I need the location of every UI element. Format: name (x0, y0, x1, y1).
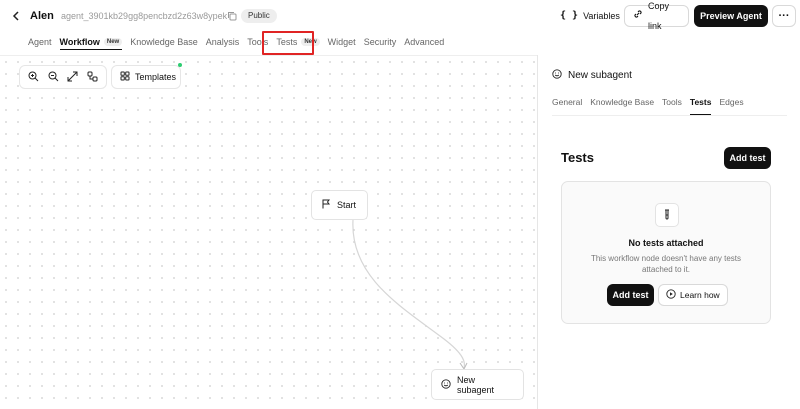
panel-tab-tests[interactable]: Tests (689, 97, 712, 115)
tests-tab-highlight (262, 31, 314, 55)
more-button[interactable]: ··· (772, 5, 796, 27)
empty-state-description: This workflow node doesn't have any test… (590, 254, 742, 274)
copy-link-label: Copy link (648, 1, 670, 31)
flag-icon (321, 199, 331, 211)
preview-agent-button[interactable]: Preview Agent (694, 5, 768, 27)
test-tube-icon (655, 203, 679, 227)
more-horizontal-icon: ··· (778, 10, 790, 22)
add-test-button[interactable]: Add test (724, 147, 771, 169)
edge-start-to-subagent (352, 219, 468, 370)
tab-agent[interactable]: Agent (28, 34, 52, 50)
main-tabs: Agent Workflow New Knowledge Base Analysi… (28, 34, 452, 52)
workflow-canvas[interactable]: Templates Start New subagent (0, 55, 537, 409)
tab-security[interactable]: Security (364, 34, 397, 50)
tab-workflow[interactable]: Workflow New (59, 34, 123, 50)
panel-title-text: New subagent (568, 70, 632, 81)
panel-divider (552, 115, 787, 116)
node-inspector-panel: New subagent General Knowledge Base Tool… (537, 55, 800, 409)
new-badge: New (103, 37, 123, 46)
agent-name: Alen (30, 10, 54, 22)
panel-tabs: General Knowledge Base Tools Tests Edges (552, 97, 752, 115)
tests-heading: Tests (561, 150, 594, 165)
empty-state-title: No tests attached (628, 238, 704, 248)
play-circle-icon (666, 289, 676, 301)
tab-analysis[interactable]: Analysis (206, 34, 240, 50)
panel-tab-knowledge-base[interactable]: Knowledge Base (590, 97, 654, 115)
chevron-left-icon[interactable] (10, 9, 22, 23)
smile-icon (441, 378, 451, 391)
public-badge: Public (241, 9, 277, 23)
variables-button[interactable]: { } Variables (554, 5, 626, 27)
link-icon (633, 6, 643, 26)
panel-title: New subagent (552, 69, 632, 82)
top-bar: Alen agent_3901kb29gg8pencbzd2z63w8ypek … (0, 0, 800, 33)
subagent-node[interactable]: New subagent (431, 369, 524, 400)
start-node[interactable]: Start (311, 190, 368, 220)
tab-widget[interactable]: Widget (328, 34, 356, 50)
start-node-label: Start (337, 200, 357, 210)
subagent-node-label: New subagent (457, 374, 495, 395)
agent-id: agent_3901kb29gg8pencbzd2z63w8ypek (61, 11, 228, 21)
tab-knowledge-base[interactable]: Knowledge Base (130, 34, 198, 50)
panel-tab-general[interactable]: General (552, 97, 582, 115)
braces-icon: { } (560, 10, 579, 21)
panel-tab-edges[interactable]: Edges (719, 97, 743, 115)
panel-tab-tools[interactable]: Tools (662, 97, 682, 115)
smile-icon (552, 69, 562, 82)
empty-state-card: No tests attached This workflow node doe… (561, 181, 771, 324)
learn-how-label: Learn how (680, 290, 720, 300)
variables-label: Variables (583, 11, 620, 21)
copy-link-button[interactable]: Copy link (624, 1, 689, 31)
tab-advanced[interactable]: Advanced (404, 34, 444, 50)
learn-how-button[interactable]: Learn how (658, 284, 728, 306)
add-test-card-button[interactable]: Add test (607, 284, 654, 306)
copy-icon[interactable] (227, 11, 237, 21)
